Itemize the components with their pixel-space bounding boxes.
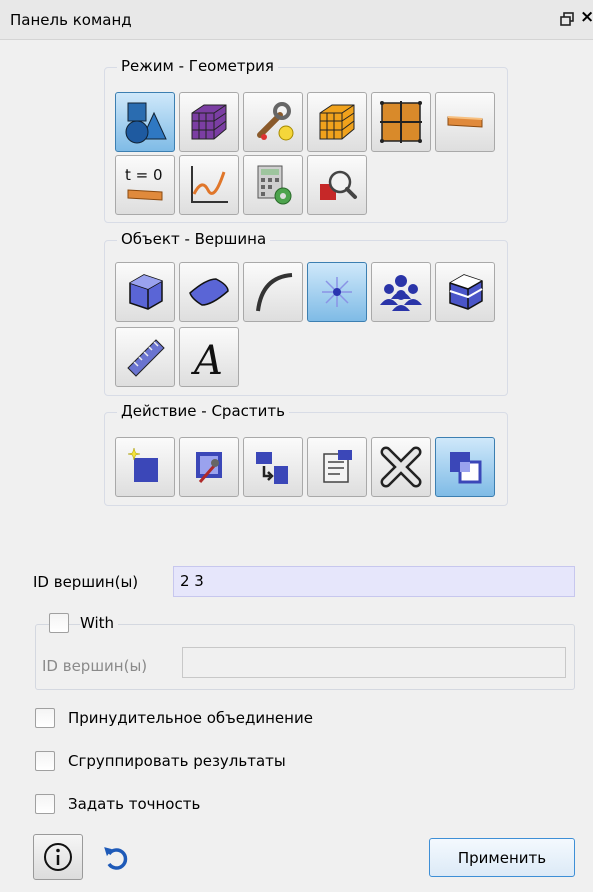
info-icon — [44, 843, 72, 871]
with-label: With — [80, 614, 119, 632]
modify-icon — [196, 452, 222, 483]
mesh-icon — [191, 104, 227, 140]
merge-icon — [450, 452, 482, 484]
measure-button[interactable] — [115, 327, 175, 387]
set-tolerance-label: Задать точность — [68, 795, 201, 813]
float-window-icon[interactable] — [560, 12, 574, 26]
mode-group-title: Режим - Геометрия — [117, 57, 278, 75]
initial-conditions-button[interactable]: t = 0 — [115, 155, 175, 215]
vertex-ids-label: ID вершин(ы) — [33, 573, 139, 591]
modify-button[interactable] — [179, 437, 239, 497]
reset-button[interactable] — [97, 840, 133, 876]
delete-icon — [380, 446, 422, 488]
initial-condition-icon: t = 0 — [125, 166, 163, 201]
properties-button[interactable] — [307, 437, 367, 497]
group-results-label: Сгруппировать результаты — [68, 752, 286, 770]
geometry-icon — [125, 102, 167, 144]
boundary-conditions-button[interactable] — [435, 92, 495, 152]
text-label-icon: A — [190, 338, 223, 380]
body-icon — [449, 274, 483, 310]
object-group-title: Объект - Вершина — [117, 230, 271, 248]
volume-icon — [129, 274, 163, 310]
tools-icon — [257, 102, 294, 141]
panel-title: Панель команд — [10, 11, 132, 29]
apply-button[interactable]: Применить — [429, 838, 575, 877]
group-button[interactable] — [371, 262, 431, 322]
action-group-title: Действие - Срастить — [117, 402, 289, 420]
svg-text:A: A — [190, 338, 223, 380]
group-icon — [380, 275, 422, 311]
merge-button[interactable] — [435, 437, 495, 497]
calculator-settings-button[interactable] — [243, 155, 303, 215]
vertex-button[interactable] — [307, 262, 367, 322]
transform-icon — [256, 452, 288, 484]
force-merge-checkbox[interactable] — [35, 708, 55, 728]
calculator-settings-icon — [257, 165, 292, 205]
boundary-condition-icon — [447, 116, 483, 128]
delete-button[interactable] — [371, 437, 431, 497]
close-icon[interactable]: × — [580, 9, 593, 26]
vertex-ids-input[interactable]: 2 3 — [173, 566, 575, 597]
with-vertex-ids-input[interactable] — [182, 647, 566, 678]
reset-icon — [104, 847, 128, 870]
examine-button[interactable] — [307, 155, 367, 215]
hex-mesh-mode-button[interactable] — [307, 92, 367, 152]
blocks-mode-button[interactable] — [371, 92, 431, 152]
examine-icon — [320, 170, 357, 200]
hex-mesh-icon — [319, 104, 355, 140]
properties-icon — [323, 450, 352, 483]
create-icon — [127, 447, 158, 482]
measure-ruler-icon — [127, 339, 165, 377]
set-tolerance-checkbox[interactable] — [35, 794, 55, 814]
analysis-plot-icon — [191, 166, 228, 203]
curve-button[interactable] — [243, 262, 303, 322]
mesh-mode-button[interactable] — [179, 92, 239, 152]
create-button[interactable] — [115, 437, 175, 497]
transform-button[interactable] — [243, 437, 303, 497]
panel-titlebar: Панель команд × — [0, 0, 593, 40]
group-results-checkbox[interactable] — [35, 751, 55, 771]
surface-icon — [189, 278, 229, 306]
info-button[interactable] — [33, 834, 83, 880]
tools-mode-button[interactable] — [243, 92, 303, 152]
body-button[interactable] — [435, 262, 495, 322]
geometry-mode-button[interactable] — [115, 92, 175, 152]
curve-icon — [256, 273, 293, 312]
svg-text:t = 0: t = 0 — [125, 166, 163, 184]
volume-button[interactable] — [115, 262, 175, 322]
analysis-button[interactable] — [179, 155, 239, 215]
vertex-icon — [322, 277, 352, 307]
text-label-button[interactable]: A — [179, 327, 239, 387]
force-merge-label: Принудительное объединение — [68, 709, 313, 727]
blocks-grid-icon — [380, 101, 422, 143]
with-checkbox[interactable] — [49, 613, 69, 633]
with-vertex-ids-label: ID вершин(ы) — [42, 657, 148, 675]
surface-button[interactable] — [179, 262, 239, 322]
